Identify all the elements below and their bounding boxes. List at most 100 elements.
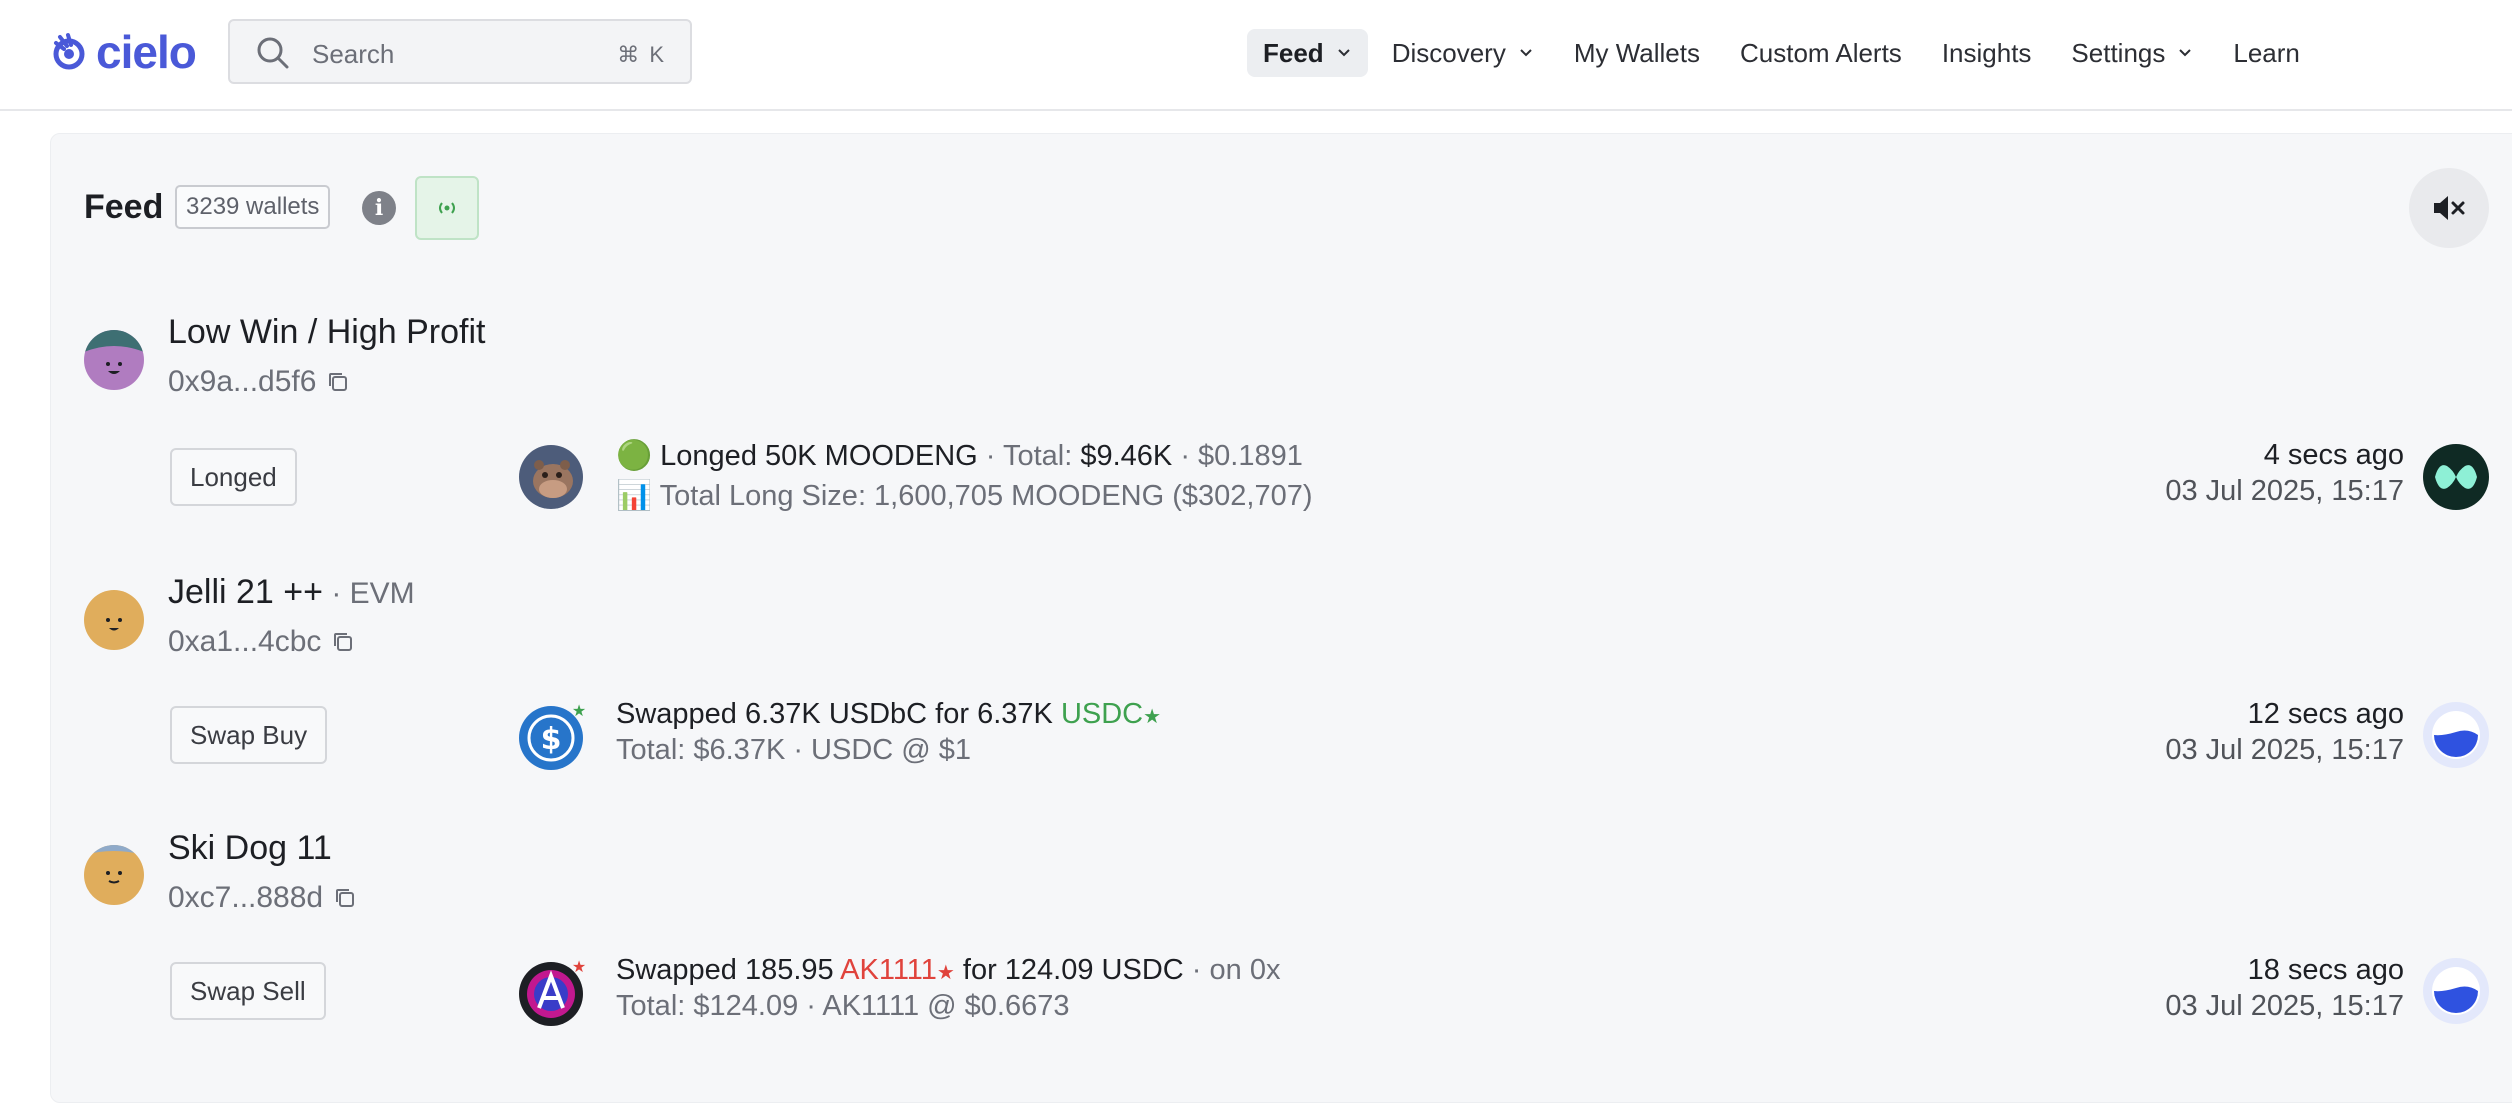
page-title: Feed — [84, 188, 164, 226]
wallet-count-badge[interactable]: 3239 wallets — [175, 185, 331, 229]
green-circle-icon: 🟢 — [616, 440, 653, 472]
nav-label: Settings — [2071, 37, 2166, 68]
nav-label: Insights — [1941, 37, 2032, 68]
avatar-face-icon — [84, 845, 144, 905]
wallet-address-text: 0x9a...d5f6 — [168, 365, 317, 398]
tx-date: 03 Jul 2025, 15:17 — [2165, 475, 2404, 507]
token-price: $0.1891 — [1198, 440, 1303, 472]
wallet-address[interactable]: 0x9a...d5f6 — [168, 365, 350, 399]
wallet-address[interactable]: 0xa1...4cbc — [168, 625, 355, 659]
speaker-mute-icon — [2434, 196, 2465, 220]
copy-icon[interactable] — [326, 370, 350, 394]
tx-detail: Total: $6.37K · USDC @ $1 — [616, 734, 972, 766]
wallet-chain: · EVM — [323, 577, 415, 610]
svg-text:★: ★ — [572, 701, 586, 720]
cielo-logo[interactable]: cielo — [48, 26, 197, 78]
tx-type-badge[interactable]: Swap Buy — [170, 706, 328, 764]
wallet-name[interactable]: Jelli 21 ++ · EVM — [168, 573, 415, 612]
time-ago: 12 secs ago — [2247, 698, 2404, 730]
tx-summary: 🟢 Longed 50K MOODENG · Total: $9.46K · $… — [616, 439, 1303, 473]
tx-action[interactable]: Longed 50K MOODENG — [660, 440, 978, 472]
separator: · — [1172, 440, 1199, 472]
nav-settings[interactable]: Settings — [2055, 29, 2209, 77]
nav-custom-alerts[interactable]: Custom Alerts — [1724, 29, 1918, 77]
star-icon: ★ — [1143, 706, 1162, 728]
copy-icon[interactable] — [333, 886, 357, 910]
main-nav: Feed Discovery My Wallets Custom Alerts … — [1247, 29, 2324, 77]
total-label: Total: — [1002, 440, 1081, 472]
chevron-down-icon — [1520, 49, 1532, 57]
time-ago: 18 secs ago — [2247, 954, 2404, 986]
wallet-address-text: 0xc7...888d — [168, 881, 324, 914]
tx-summary: Swapped 6.37K USDbC for 6.37K USDC★ — [616, 698, 1161, 731]
wallet-name-text: Jelli 21 ++ — [168, 573, 323, 611]
dex-aggregator-icon[interactable] — [2423, 958, 2489, 1024]
search-shortcut: ⌘ K — [617, 42, 666, 67]
ak1111-logo-icon: ★ — [519, 957, 586, 1026]
chevron-down-icon — [1337, 49, 1350, 57]
nav-label: Custom Alerts — [1739, 37, 1902, 68]
tx-type-badge[interactable]: Swap Sell — [170, 962, 326, 1020]
tx-date: 03 Jul 2025, 15:17 — [2165, 990, 2404, 1022]
copy-icon[interactable] — [331, 630, 355, 654]
tx-date: 03 Jul 2025, 15:17 — [2165, 734, 2404, 766]
wallet-name[interactable]: Low Win / High Profit — [168, 313, 485, 352]
feed-panel — [50, 133, 2512, 1103]
live-signal-icon — [439, 202, 455, 214]
logo-text: cielo — [96, 26, 197, 78]
moodeng-token-icon[interactable] — [519, 445, 583, 509]
nav-my-wallets[interactable]: My Wallets — [1558, 29, 1716, 77]
nav-discovery[interactable]: Discovery — [1376, 29, 1550, 77]
wallet-address[interactable]: 0xc7...888d — [168, 881, 357, 915]
wallet-name-text: Low Win / High Profit — [168, 313, 486, 351]
chevron-down-icon — [2179, 49, 2192, 57]
wallet-name[interactable]: Ski Dog 11 — [168, 829, 332, 868]
nav-feed[interactable]: Feed — [1247, 29, 1368, 77]
nav-learn[interactable]: Learn — [2217, 29, 2316, 77]
avatar[interactable] — [84, 590, 144, 650]
ak1111-token-icon[interactable]: ★ — [519, 956, 586, 1026]
info-icon[interactable]: i — [362, 191, 396, 225]
token-link[interactable]: AK1111 — [840, 954, 937, 986]
svg-text:$: $ — [541, 722, 562, 757]
hippo-token-icon — [519, 445, 583, 509]
mute-button[interactable] — [2409, 168, 2489, 248]
nav-insights[interactable]: Insights — [1926, 29, 2048, 77]
tx-venue: · on 0x — [1183, 954, 1281, 986]
platform-logo-icon — [2423, 444, 2489, 510]
nav-label: Discovery — [1391, 37, 1506, 68]
usdc-token-icon[interactable]: $ ★ — [519, 700, 586, 770]
tx-action: Swapped 6.37K USDbC for 6.37K — [616, 698, 1061, 730]
nav-label: My Wallets — [1573, 37, 1700, 68]
top-navigation-bar: cielo Search ⌘ K Feed Discovery My Walle… — [0, 0, 2512, 111]
tx-action: Swapped 185.95 — [616, 954, 841, 986]
search-icon — [257, 37, 289, 69]
wallet-address-text: 0xa1...4cbc — [168, 625, 322, 658]
nav-label: Learn — [2233, 37, 2300, 68]
star-icon: ★ — [936, 962, 955, 984]
time-ago: 4 secs ago — [2263, 439, 2404, 471]
usdc-logo-icon: $ ★ — [519, 701, 586, 770]
avatar-face-icon — [84, 330, 144, 390]
avatar-face-icon — [84, 590, 144, 650]
separator: · — [977, 440, 1003, 472]
dex-aggregator-icon[interactable] — [2423, 702, 2489, 768]
nav-label: Feed — [1263, 37, 1324, 68]
tx-detail: Total: $124.09 · AK1111 @ $0.6673 — [616, 990, 1070, 1022]
avatar[interactable] — [84, 845, 144, 905]
cielo-swirl-icon — [53, 33, 85, 70]
avatar[interactable] — [84, 330, 144, 390]
live-toggle-button[interactable] — [415, 176, 479, 240]
tx-action-suffix: for 124.09 USDC — [954, 954, 1184, 986]
tx-detail: 📊 Total Long Size: 1,600,705 MOODENG ($3… — [616, 480, 1313, 512]
search-bar[interactable]: Search ⌘ K — [228, 19, 692, 84]
tx-type-badge[interactable]: Longed — [170, 448, 297, 506]
hyperliquid-icon[interactable] — [2423, 444, 2489, 510]
tx-summary: Swapped 185.95 AK1111★ for 124.09 USDC ·… — [616, 954, 1280, 987]
search-placeholder: Search — [312, 39, 395, 69]
platform-logo-icon — [2423, 702, 2489, 768]
svg-text:★: ★ — [572, 957, 586, 976]
platform-logo-icon — [2423, 958, 2489, 1024]
wallet-name-text: Ski Dog 11 — [168, 829, 332, 867]
token-link[interactable]: USDC — [1061, 698, 1143, 730]
